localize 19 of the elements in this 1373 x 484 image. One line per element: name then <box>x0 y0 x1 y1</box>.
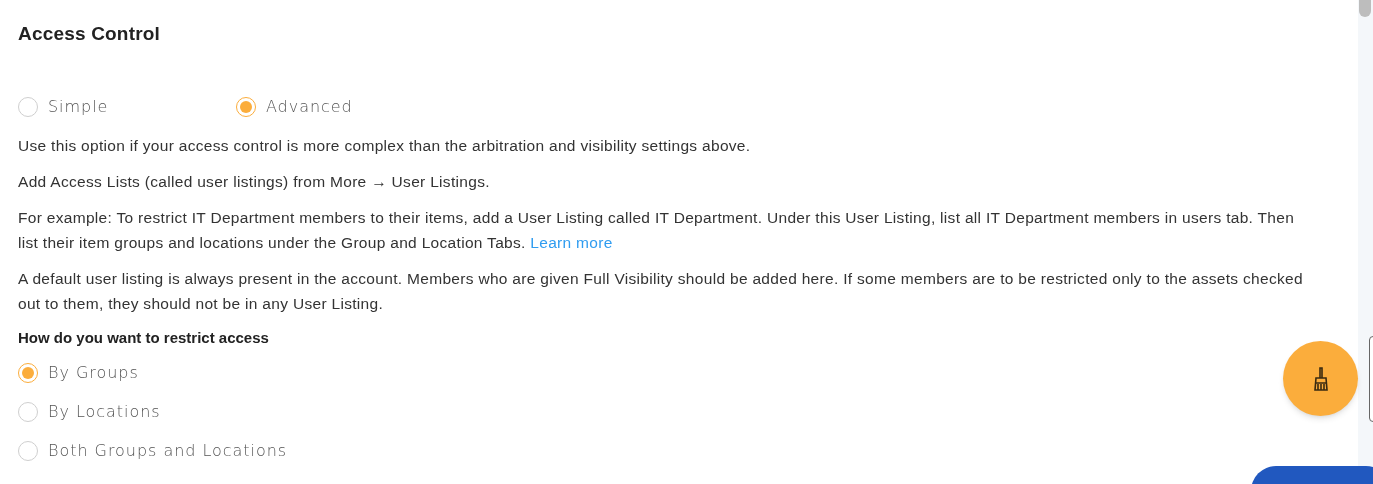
description-text: Use this option if your access control is more complex than the arbitration and visibility settings above. <box>18 135 752 156</box>
radio-button[interactable] <box>18 96 38 117</box>
radio-button[interactable] <box>18 363 38 383</box>
radio-button[interactable] <box>18 402 38 422</box>
radio-option[interactable]: By Groups <box>18 361 139 385</box>
radio-button[interactable] <box>236 96 256 117</box>
radio-option[interactable]: Simple <box>18 94 236 119</box>
scrollbar-thumb[interactable] <box>1359 0 1371 17</box>
radio-option[interactable]: Both Groups and Locations <box>18 439 288 463</box>
description-text: A default user listing is always present in the account. Members who are given Full Visibility should be added here. If some members are to be restricted only to the assets checked out to them, they should not be in any User Listing. <box>18 268 1304 314</box>
description-text: For example: To restrict IT Department members to their items, add a User Listing called IT Department. Under this User Listing, list all IT Department members in users tab. Then list their item groups and locations under the Group and Location Tabs. Learn more <box>18 207 1296 253</box>
broom-icon <box>1313 366 1328 391</box>
radio-option[interactable]: By Locations <box>18 400 161 424</box>
description-text: Add Access Lists (called user listings) from More → User Listings. <box>18 171 491 192</box>
clean-button[interactable] <box>1283 341 1358 416</box>
radio-option[interactable]: Advanced <box>236 94 454 119</box>
section-title: Access Control <box>18 22 162 46</box>
question-heading: How do you want to restrict access <box>18 327 270 348</box>
radio-button[interactable] <box>18 441 38 461</box>
